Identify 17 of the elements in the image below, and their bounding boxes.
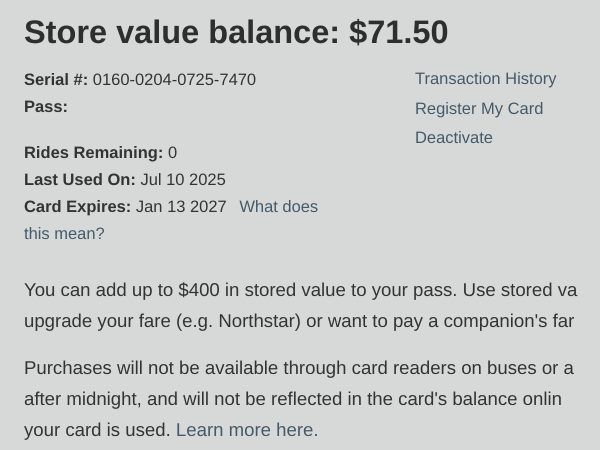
paragraph-line: Purchases will not be available through card readers on buses or a (24, 356, 575, 380)
balance-heading: Store value balance: $71.50 (24, 14, 450, 51)
paragraph-line: You can add up to $400 in stored value to your pass. Use stored va (24, 278, 578, 302)
paragraph-line: upgrade your fare (e.g. Northstar) or want to pay a companion's far (24, 309, 576, 333)
info-text: Serial #: 0160-0204-0725-7470 (24, 71, 256, 89)
info-text: Last Used On: Jul 10 2025 (24, 171, 226, 189)
action-link[interactable]: Transaction History (415, 65, 557, 94)
info-text: Pass: (24, 98, 68, 116)
help-link[interactable]: What does (239, 198, 318, 216)
paragraph-line: your card is used. Learn more here. (24, 418, 320, 442)
help-link[interactable]: this mean? (24, 221, 105, 248)
paragraph-line: after midnight, and will not be reflected in the card's balance onlin (24, 387, 563, 411)
action-link[interactable]: Register My Card (415, 94, 544, 124)
info-text: Rides Remaining: 0 (24, 144, 178, 162)
info-text: Card Expires: Jan 13 2027 What does this mean? (24, 198, 376, 248)
action-link[interactable]: Deactivate (415, 124, 493, 154)
learn-more-link[interactable]: Learn more here. (176, 419, 319, 440)
